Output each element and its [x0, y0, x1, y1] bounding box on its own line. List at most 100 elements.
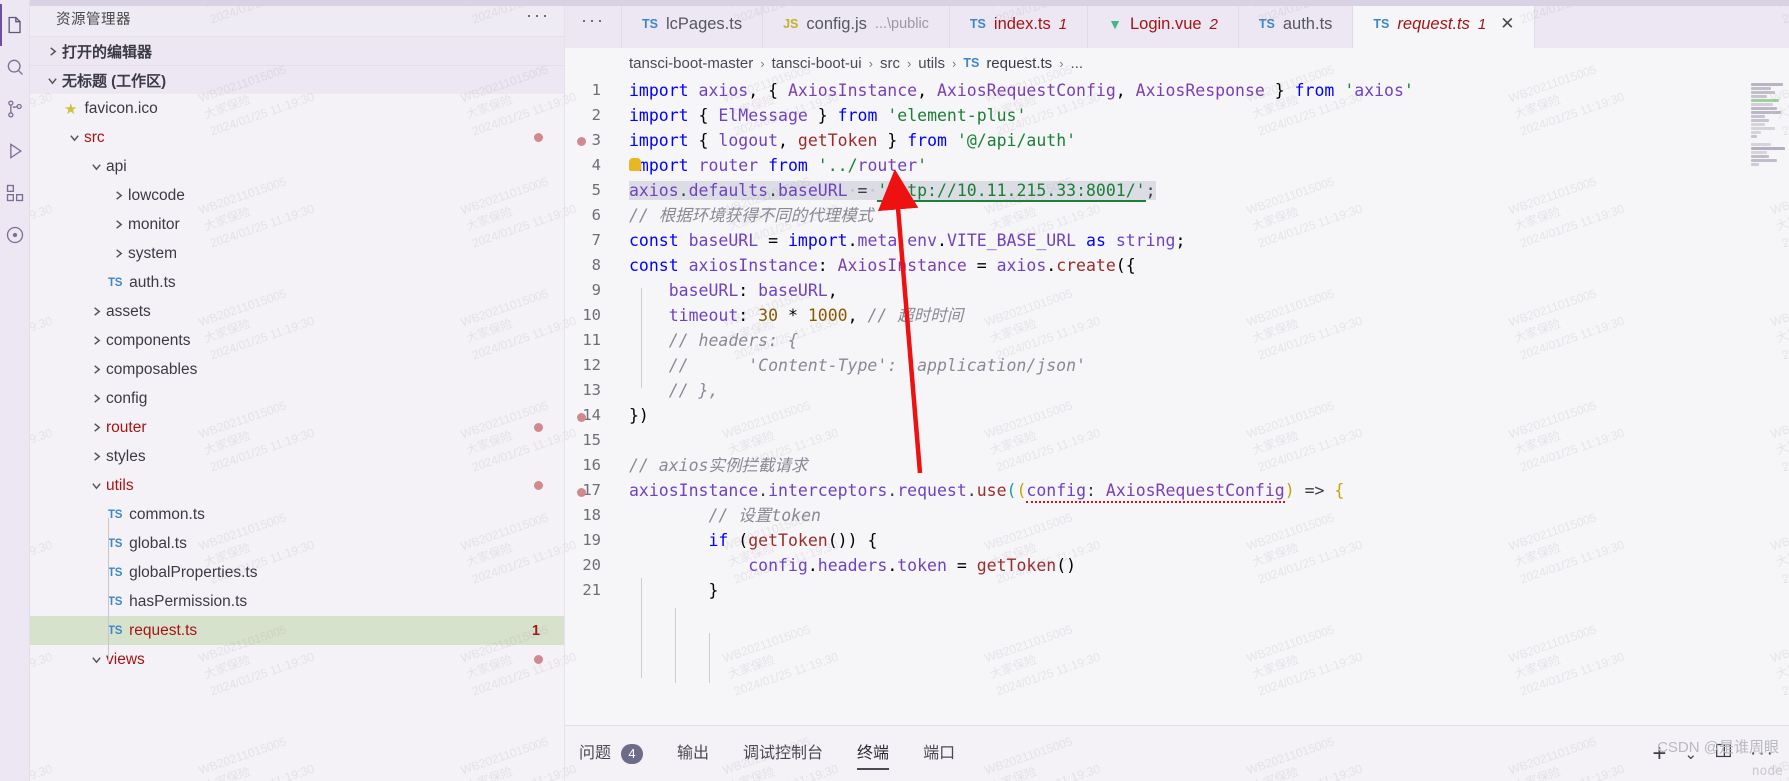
testing-icon[interactable]	[0, 214, 30, 256]
panel-tab-终端[interactable]: 终端	[857, 726, 890, 781]
lightbulb-icon[interactable]	[629, 158, 641, 171]
tree-item-global-ts[interactable]: TS global.ts	[30, 529, 564, 558]
line-number: 21	[582, 581, 601, 599]
line-number: 1	[591, 81, 601, 99]
line-content: import { logout, getToken } from '@/api/…	[629, 131, 1077, 150]
tree-item-label: system	[128, 244, 178, 262]
code-line: 13 // },	[565, 378, 1789, 403]
explorer-more-button[interactable]: ···	[526, 6, 550, 27]
chevron-right-icon	[108, 248, 128, 259]
tab-label: config.js	[806, 14, 867, 33]
tree-item-components[interactable]: components	[30, 326, 564, 355]
panel-tab-端口[interactable]: 端口	[923, 726, 955, 781]
tab-problem-count: 1	[1477, 15, 1487, 33]
code-line: 11 // headers: {	[565, 328, 1789, 353]
panel-tab-调试控制台[interactable]: 调试控制台	[743, 726, 823, 781]
line-content: })	[629, 406, 649, 425]
tree-item-src[interactable]: src	[30, 123, 564, 152]
tree-item-label: utils	[106, 476, 134, 494]
tree-item-config[interactable]: config	[30, 384, 564, 413]
tree-item-request-ts[interactable]: TS request.ts 1	[30, 616, 564, 645]
panel-tab-label: 问题	[579, 744, 612, 762]
chevron-right-icon	[42, 46, 62, 57]
panel-tab-问题[interactable]: 问题 4	[579, 726, 644, 781]
line-content: import { ElMessage } from 'element-plus'	[629, 106, 1027, 125]
tree-item-auth-ts[interactable]: TS auth.ts	[30, 268, 564, 297]
tab-overflow-button[interactable]: ···	[565, 0, 622, 48]
breadcrumb-item-1[interactable]: tansci-boot-ui	[772, 55, 862, 72]
explorer-sidebar: 资源管理器 ··· 打开的编辑器 无标题 (工作区) ★ favicon.ico s…	[30, 0, 565, 781]
line-number: 2	[591, 106, 601, 124]
minimap[interactable]	[1747, 78, 1789, 725]
tree-item-lowcode[interactable]: lowcode	[30, 181, 564, 210]
problem-count-badge: 4	[621, 743, 644, 764]
tab-index-ts[interactable]: TS index.ts 1	[949, 0, 1089, 48]
tab-label: Login.vue	[1129, 14, 1202, 33]
tree-item-system[interactable]: system	[30, 239, 564, 268]
breadcrumb-item-3[interactable]: utils	[918, 55, 945, 72]
section-open-editors[interactable]: 打开的编辑器	[30, 36, 564, 65]
code-editor[interactable]: 1 import axios, { AxiosInstance, AxiosReq…	[565, 78, 1789, 725]
tree-item-api[interactable]: api	[30, 152, 564, 181]
ts-file-icon: TS	[969, 17, 986, 31]
line-number: 7	[591, 231, 601, 249]
line-number: 15	[582, 431, 601, 449]
breadcrumb-item-5[interactable]: ...	[1071, 55, 1084, 72]
tab-request-ts[interactable]: TS request.ts 1 ✕	[1353, 0, 1536, 48]
line-content: if (getToken()) {	[708, 531, 878, 550]
tree-item-label: assets	[106, 302, 151, 320]
tab-config-js[interactable]: JS config.js ...\public	[763, 0, 950, 48]
line-content: }	[629, 581, 719, 600]
chevron-down-icon	[64, 132, 84, 143]
tree-item-assets[interactable]: assets	[30, 297, 564, 326]
breadcrumb-item-2[interactable]: src	[880, 55, 900, 72]
line-content: timeout: 30 * 1000, // 超时时间	[668, 306, 964, 325]
tree-item-monitor[interactable]: monitor	[30, 210, 564, 239]
tree-item-common-ts[interactable]: TS common.ts	[30, 500, 564, 529]
tree-item-views[interactable]: views	[30, 645, 564, 674]
tree-item-utils[interactable]: utils	[30, 471, 564, 500]
code-line: 3 import { logout, getToken } from '@/api…	[565, 128, 1789, 153]
line-content: // 'Content-Type': 'application/json'	[629, 356, 1086, 375]
search-icon[interactable]	[0, 46, 30, 88]
code-line: 17 axiosInstance.interceptors.request.use…	[565, 478, 1789, 503]
source-control-icon[interactable]	[0, 88, 30, 130]
node-watermark: node	[1751, 764, 1783, 779]
modified-dot	[534, 423, 543, 432]
title-bar-strip	[30, 0, 1789, 6]
section-workspace[interactable]: 无标题 (工作区)	[30, 65, 564, 94]
panel-tab-label: 输出	[677, 744, 710, 762]
run-debug-icon[interactable]	[0, 130, 30, 172]
tab-login-vue[interactable]: ▼ Login.vue 2	[1088, 0, 1239, 48]
tree-item-haspermission-ts[interactable]: TS hasPermission.ts	[30, 587, 564, 616]
tree-item-composables[interactable]: composables	[30, 355, 564, 384]
breadcrumb-item-4[interactable]: request.ts	[986, 55, 1052, 72]
extensions-icon[interactable]	[0, 172, 30, 214]
chevron-right-icon	[86, 393, 106, 404]
ts-file-icon: TS	[108, 566, 123, 579]
close-icon[interactable]: ✕	[1500, 14, 1514, 34]
tab-auth-ts[interactable]: TS auth.ts	[1238, 0, 1354, 48]
line-number: 17	[582, 481, 601, 499]
ts-file-icon: TS	[108, 276, 123, 289]
explorer-icon[interactable]	[0, 4, 30, 46]
tree-item-globalproperties-ts[interactable]: TS globalProperties.ts	[30, 558, 564, 587]
tree-item-router[interactable]: router	[30, 413, 564, 442]
ts-file-icon: TS	[108, 537, 123, 550]
star-icon: ★	[64, 100, 78, 118]
line-number: 6	[591, 206, 601, 224]
modified-dot	[534, 133, 543, 142]
indent-guide	[641, 578, 642, 678]
breadcrumb-item-0[interactable]: tansci-boot-master	[629, 55, 753, 72]
line-number: 14	[582, 406, 601, 424]
problem-count-badge: 1	[531, 622, 540, 639]
line-content: import router from '../router'	[629, 156, 928, 175]
tab-lcpages-ts[interactable]: TS lcPages.ts	[621, 0, 764, 48]
tree-item-favicon-ico[interactable]: ★ favicon.ico	[30, 94, 564, 123]
tree-item-styles[interactable]: styles	[30, 442, 564, 471]
line-number: 20	[582, 556, 601, 574]
tree-item-label: request.ts	[129, 621, 198, 639]
panel-tab-输出[interactable]: 输出	[677, 726, 709, 781]
line-content: import axios, { AxiosInstance, AxiosRequ…	[629, 81, 1414, 100]
editor-area: ··· TS lcPages.ts JS config.js ...\public TS i…	[565, 0, 1789, 781]
